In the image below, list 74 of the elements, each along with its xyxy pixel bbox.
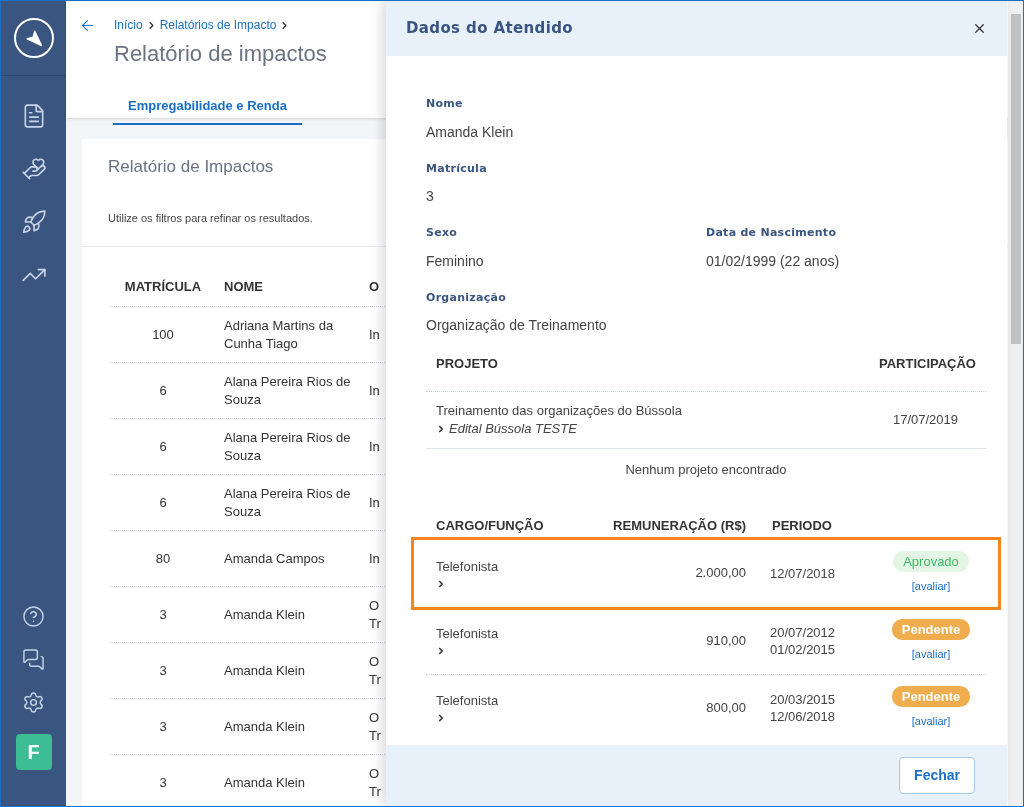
salary: 2.000,00: [694, 564, 746, 583]
period-date: 12/06/2018: [770, 707, 836, 725]
period-date: 01/02/2015: [770, 640, 836, 658]
table-cell-text: 6: [158, 493, 168, 512]
field-value: 3: [426, 187, 435, 206]
filter-hint: Utilize os filtros para refinar os resultados.: [108, 210, 314, 226]
evaluate-link[interactable]: [avaliar]: [911, 712, 951, 730]
project-name: Treinamento das organizações do Bússola: [436, 402, 682, 420]
table-cell: In: [369, 493, 380, 512]
status-badge: Aprovado: [893, 551, 969, 573]
status-badge: Pendente: [891, 685, 971, 707]
column-header: O: [369, 278, 380, 296]
salary: 910,00: [705, 631, 746, 650]
page-title: Relatório de impactos: [114, 40, 327, 68]
table-cell-text: Alana Pereira Rios de Souza: [223, 484, 352, 521]
table-cell-text: 100: [151, 325, 175, 344]
job-title: Telefonista: [436, 625, 500, 643]
table-cell: O Tr: [369, 596, 381, 633]
evaluate-link[interactable]: [avaliar]: [911, 578, 951, 595]
column-header: PERIODO: [772, 516, 832, 535]
table-cell-text: 3: [158, 773, 168, 792]
field-value: Feminino: [426, 251, 485, 271]
field-label: Data de Nascimento: [706, 225, 838, 241]
tab[interactable]: Empregabilidade e Renda: [113, 88, 302, 125]
field-label: Sexo: [426, 225, 459, 241]
period-date: 20/07/2012: [770, 623, 836, 641]
table-cell: O Tr: [369, 708, 381, 745]
column-header: MATRÍCULA: [123, 278, 203, 296]
table-cell: In: [369, 325, 380, 344]
job-title: Telefonista: [436, 692, 500, 710]
empty-message: Nenhum projeto encontrado: [624, 461, 788, 479]
job-title: Telefonista: [436, 557, 500, 576]
field-value: Amanda Klein: [426, 122, 515, 142]
field-value: Organização de Treinamento: [426, 316, 608, 335]
column-header: PARTICIPAÇÃO: [878, 355, 976, 373]
table-cell-text: 6: [158, 381, 168, 400]
table-cell-text: Alana Pereira Rios de Souza: [223, 428, 352, 465]
period-date: 20/03/2015: [770, 690, 836, 708]
column-header: CARGO/FUNÇÃO: [436, 516, 545, 535]
salary: 800,00: [705, 698, 746, 717]
close-button[interactable]: Fechar: [899, 757, 975, 794]
table-cell: In: [369, 549, 380, 568]
table-cell: In: [369, 381, 380, 400]
table-cell-text: Amanda Klein: [223, 661, 306, 680]
table-cell-text: Amanda Campos: [223, 549, 326, 568]
table-cell: O Tr: [369, 764, 381, 801]
card-title: Relatório de Impactos: [108, 156, 274, 178]
breadcrumb-link[interactable]: Início: [114, 16, 143, 34]
table-cell-text: Alana Pereira Rios de Souza: [223, 372, 352, 409]
table-cell: In: [369, 437, 380, 456]
field-label: Organização: [426, 289, 508, 306]
breadcrumb-link[interactable]: Relatórios de Impacto: [159, 16, 277, 34]
field-label: Nome: [426, 96, 464, 112]
column-header: REMUNERAÇÃO (R$): [612, 516, 746, 535]
status-badge: Pendente: [891, 618, 971, 640]
column-header: NOME: [223, 278, 264, 296]
table-cell-text: 3: [158, 717, 168, 736]
field-value: 01/02/1999 (22 anos): [706, 251, 841, 271]
modal-title: Dados do Atendido: [406, 18, 573, 40]
edital-name: Edital Bússola TESTE: [449, 420, 577, 438]
table-cell-text: 3: [158, 661, 168, 680]
table-cell-text: 3: [158, 605, 168, 624]
evaluate-link[interactable]: [avaliar]: [911, 645, 951, 663]
field-label: Matrícula: [426, 160, 488, 177]
column-header: PROJETO: [436, 355, 498, 373]
period-date: 12/07/2018: [770, 564, 836, 582]
table-cell: O Tr: [369, 652, 381, 689]
table-cell-text: 80: [154, 549, 172, 568]
table-cell-text: Amanda Klein: [223, 717, 306, 736]
table-cell-text: 6: [158, 437, 168, 456]
table-cell-text: Adriana Martins da Cunha Tiago: [223, 316, 335, 353]
table-cell-text: Amanda Klein: [223, 773, 306, 792]
participation-date: 17/07/2019: [892, 411, 958, 430]
table-cell-text: Amanda Klein: [223, 605, 306, 624]
